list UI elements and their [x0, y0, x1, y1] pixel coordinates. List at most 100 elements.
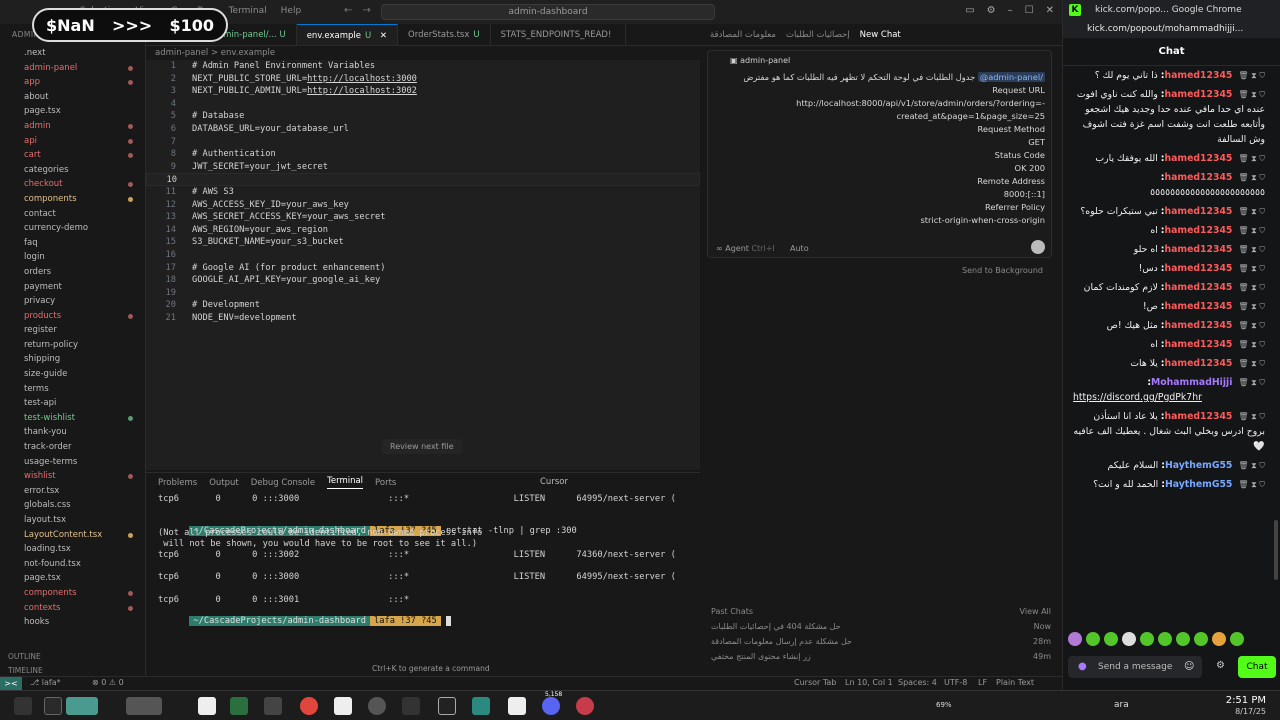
tree-item[interactable]: products: [0, 309, 145, 324]
send-icon[interactable]: [1031, 240, 1045, 254]
indentation[interactable]: Spaces: 4: [898, 678, 937, 687]
menu-item-help[interactable]: Help: [281, 6, 302, 16]
mic-icon[interactable]: ●: [1078, 661, 1087, 672]
tree-item[interactable]: currency-demo: [0, 221, 145, 236]
tree-item[interactable]: page.tsx: [0, 571, 145, 586]
terminal-shell-label[interactable]: Cursor: [540, 477, 568, 487]
editor-tab[interactable]: OrderStats.tsx U: [398, 24, 491, 45]
emote-icon[interactable]: [1122, 632, 1136, 646]
start-icon[interactable]: [14, 697, 32, 715]
terminal-icon[interactable]: [402, 697, 420, 715]
tree-item[interactable]: size-guide: [0, 367, 145, 382]
app-icon[interactable]: [264, 697, 282, 715]
tree-item[interactable]: payment: [0, 280, 145, 295]
view-all-link[interactable]: View All: [1020, 604, 1051, 619]
gear-icon[interactable]: ⚙: [987, 5, 996, 16]
outline-section[interactable]: OUTLINE: [0, 650, 146, 664]
tree-item[interactable]: terms: [0, 382, 145, 397]
chat-username[interactable]: hamed12345: [1165, 225, 1233, 236]
emote-icon[interactable]: [1140, 632, 1154, 646]
layout-icon[interactable]: ▭: [965, 5, 974, 16]
past-chat-item[interactable]: حل مشكلة عدم إرسال معلومات المصادقة 28m: [711, 634, 1051, 649]
forward-arrow-icon[interactable]: →: [362, 5, 370, 16]
tree-item[interactable]: app: [0, 75, 145, 90]
chat-username[interactable]: hamed12345: [1165, 339, 1233, 350]
tree-item[interactable]: thank-you: [0, 425, 145, 440]
tree-item[interactable]: not-found.tsx: [0, 557, 145, 572]
eol[interactable]: LF: [978, 678, 987, 687]
model-selector[interactable]: Auto: [790, 244, 809, 253]
clock[interactable]: 2:51 PM 8/17/25: [1226, 695, 1266, 717]
tree-item[interactable]: categories: [0, 163, 145, 178]
terminal[interactable]: tcp6 0 0 :::3000 :::* LISTEN 64995/next-…: [146, 492, 700, 650]
chat-username[interactable]: hamed12345: [1165, 153, 1233, 164]
panel-tab-terminal[interactable]: Terminal: [327, 476, 364, 489]
context-chip[interactable]: ▣ admin-panel: [730, 56, 790, 65]
panel-tab-debug-console[interactable]: Debug Console: [251, 478, 315, 488]
close-icon[interactable]: ✕: [380, 31, 387, 41]
code-editor[interactable]: 1 # Admin Panel Environment Variables 2 NEX…: [146, 60, 700, 470]
chat-tab[interactable]: معلومات المصادقة: [710, 30, 776, 40]
gear-icon[interactable]: ⚙: [1216, 660, 1225, 671]
tree-item[interactable]: test-wishlist: [0, 411, 145, 426]
tree-item[interactable]: .next: [0, 46, 145, 61]
tree-item[interactable]: contexts: [0, 601, 145, 616]
tree-item[interactable]: return-policy: [0, 338, 145, 353]
chat-username[interactable]: HaythemG55: [1165, 479, 1232, 490]
maximize-icon[interactable]: ☐: [1025, 5, 1034, 16]
chat-username[interactable]: hamed12345: [1165, 172, 1233, 183]
app-icon[interactable]: [230, 697, 248, 715]
kick-url-bar[interactable]: kick.com/popout/mohammadhijji...: [1063, 20, 1280, 38]
tree-item[interactable]: shipping: [0, 352, 145, 367]
discord-icon[interactable]: [542, 697, 560, 715]
tree-item[interactable]: cart: [0, 148, 145, 163]
menu-item-terminal[interactable]: Terminal: [229, 6, 267, 16]
emoji-icon[interactable]: ☺: [1184, 661, 1194, 672]
chat-username[interactable]: hamed12345: [1165, 244, 1233, 255]
tree-item[interactable]: checkout: [0, 177, 145, 192]
editor-tab[interactable]: env.example U ✕: [296, 24, 399, 45]
chat-username[interactable]: hamed12345: [1165, 263, 1233, 274]
minimize-icon[interactable]: –: [1008, 5, 1013, 16]
review-next-file-button[interactable]: Review next file: [382, 439, 462, 454]
chat-username[interactable]: hamed12345: [1165, 358, 1233, 369]
panel-tab-ports[interactable]: Ports: [375, 478, 396, 488]
problems-indicator[interactable]: ⊗ 0 ⚠ 0: [92, 678, 124, 687]
chat-link[interactable]: https://discord.gg/PgdPk7hr: [1073, 390, 1265, 405]
url-link[interactable]: http://localhost:3000: [307, 74, 417, 84]
tree-item[interactable]: admin: [0, 119, 145, 134]
tree-item[interactable]: privacy: [0, 294, 145, 309]
chat-input-box[interactable]: ▣ admin-panel جدول الطلبات في لوحة التحك…: [707, 50, 1052, 258]
past-chat-item[interactable]: زر إنشاء محتوى المنتج مختفي 49m: [711, 649, 1051, 664]
tree-item[interactable]: wishlist: [0, 469, 145, 484]
mention-chip[interactable]: @admin-panel/: [977, 72, 1045, 82]
tree-item[interactable]: globals.css: [0, 498, 145, 513]
breadcrumb[interactable]: admin-panel > env.example: [155, 48, 275, 58]
language-indicator[interactable]: ara: [1114, 700, 1129, 710]
emote-icon[interactable]: [1086, 632, 1100, 646]
emote-icon[interactable]: [1158, 632, 1172, 646]
tree-item[interactable]: api: [0, 134, 145, 149]
tree-item[interactable]: track-order: [0, 440, 145, 455]
chat-username[interactable]: hamed12345: [1165, 320, 1233, 331]
chrome-icon[interactable]: [300, 697, 318, 715]
app-icon[interactable]: [368, 697, 386, 715]
app-icon[interactable]: [576, 697, 594, 715]
past-chat-item[interactable]: حل مشكلة 404 في إحصائيات الطلبات Now: [711, 619, 1051, 634]
chat-username[interactable]: MohammadHijji: [1151, 377, 1232, 388]
agent-mode-row[interactable]: ∞ Agent Ctrl+I Auto: [716, 244, 809, 253]
tree-item[interactable]: faq: [0, 236, 145, 251]
kick-message-input[interactable]: Send a message: [1068, 656, 1202, 678]
file-icon[interactable]: [198, 697, 216, 715]
emote-icon[interactable]: [1104, 632, 1118, 646]
command-center-search[interactable]: admin-dashboard: [381, 4, 715, 20]
tree-item[interactable]: components: [0, 192, 145, 207]
tree-item[interactable]: about: [0, 90, 145, 105]
chat-tab[interactable]: إحصائيات الطلبات: [786, 30, 850, 40]
tree-item[interactable]: usage-terms: [0, 455, 145, 470]
file-icon[interactable]: [334, 697, 352, 715]
emote-icon[interactable]: [1212, 632, 1226, 646]
window-thumb-icon[interactable]: [66, 697, 98, 715]
editor-tab[interactable]: STATS_ENDPOINTS_READ!: [491, 24, 627, 45]
emote-icon[interactable]: [1230, 632, 1244, 646]
